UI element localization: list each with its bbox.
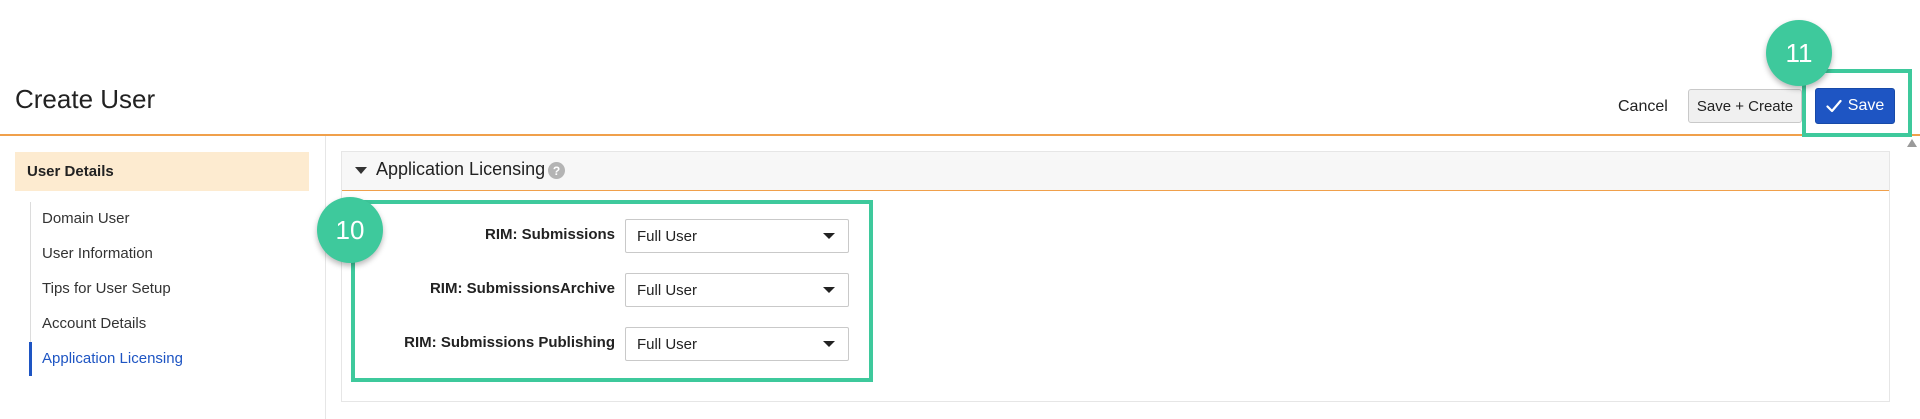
callout-badge-11: 11: [1766, 20, 1832, 86]
sidebar-item-account-details[interactable]: Account Details: [42, 315, 146, 332]
collapse-caret-icon[interactable]: [355, 167, 367, 174]
sidebar-item-tips-for-user-setup[interactable]: Tips for User Setup: [42, 280, 171, 297]
sidebar-divider: [325, 136, 326, 419]
sidebar-header-user-details[interactable]: User Details: [15, 152, 309, 191]
fields-highlight-box: [351, 200, 873, 382]
sidebar-item-domain-user[interactable]: Domain User: [42, 210, 130, 227]
help-icon[interactable]: ?: [548, 162, 565, 179]
sidebar-item-application-licensing[interactable]: Application Licensing: [42, 350, 183, 367]
section-header[interactable]: [342, 152, 1889, 190]
page-title: Create User: [15, 84, 156, 114]
cancel-button[interactable]: Cancel: [1604, 89, 1682, 125]
section-header-divider: [342, 190, 1889, 191]
sidebar-active-indicator: [29, 342, 32, 376]
section-title: Application Licensing: [376, 159, 546, 179]
header-divider: [0, 134, 1920, 136]
callout-badge-10: 10: [317, 197, 383, 263]
save-create-button[interactable]: Save + Create: [1688, 89, 1802, 123]
sidebar-item-user-information[interactable]: User Information: [42, 245, 153, 262]
scroll-up-arrow-icon[interactable]: [1907, 139, 1917, 147]
